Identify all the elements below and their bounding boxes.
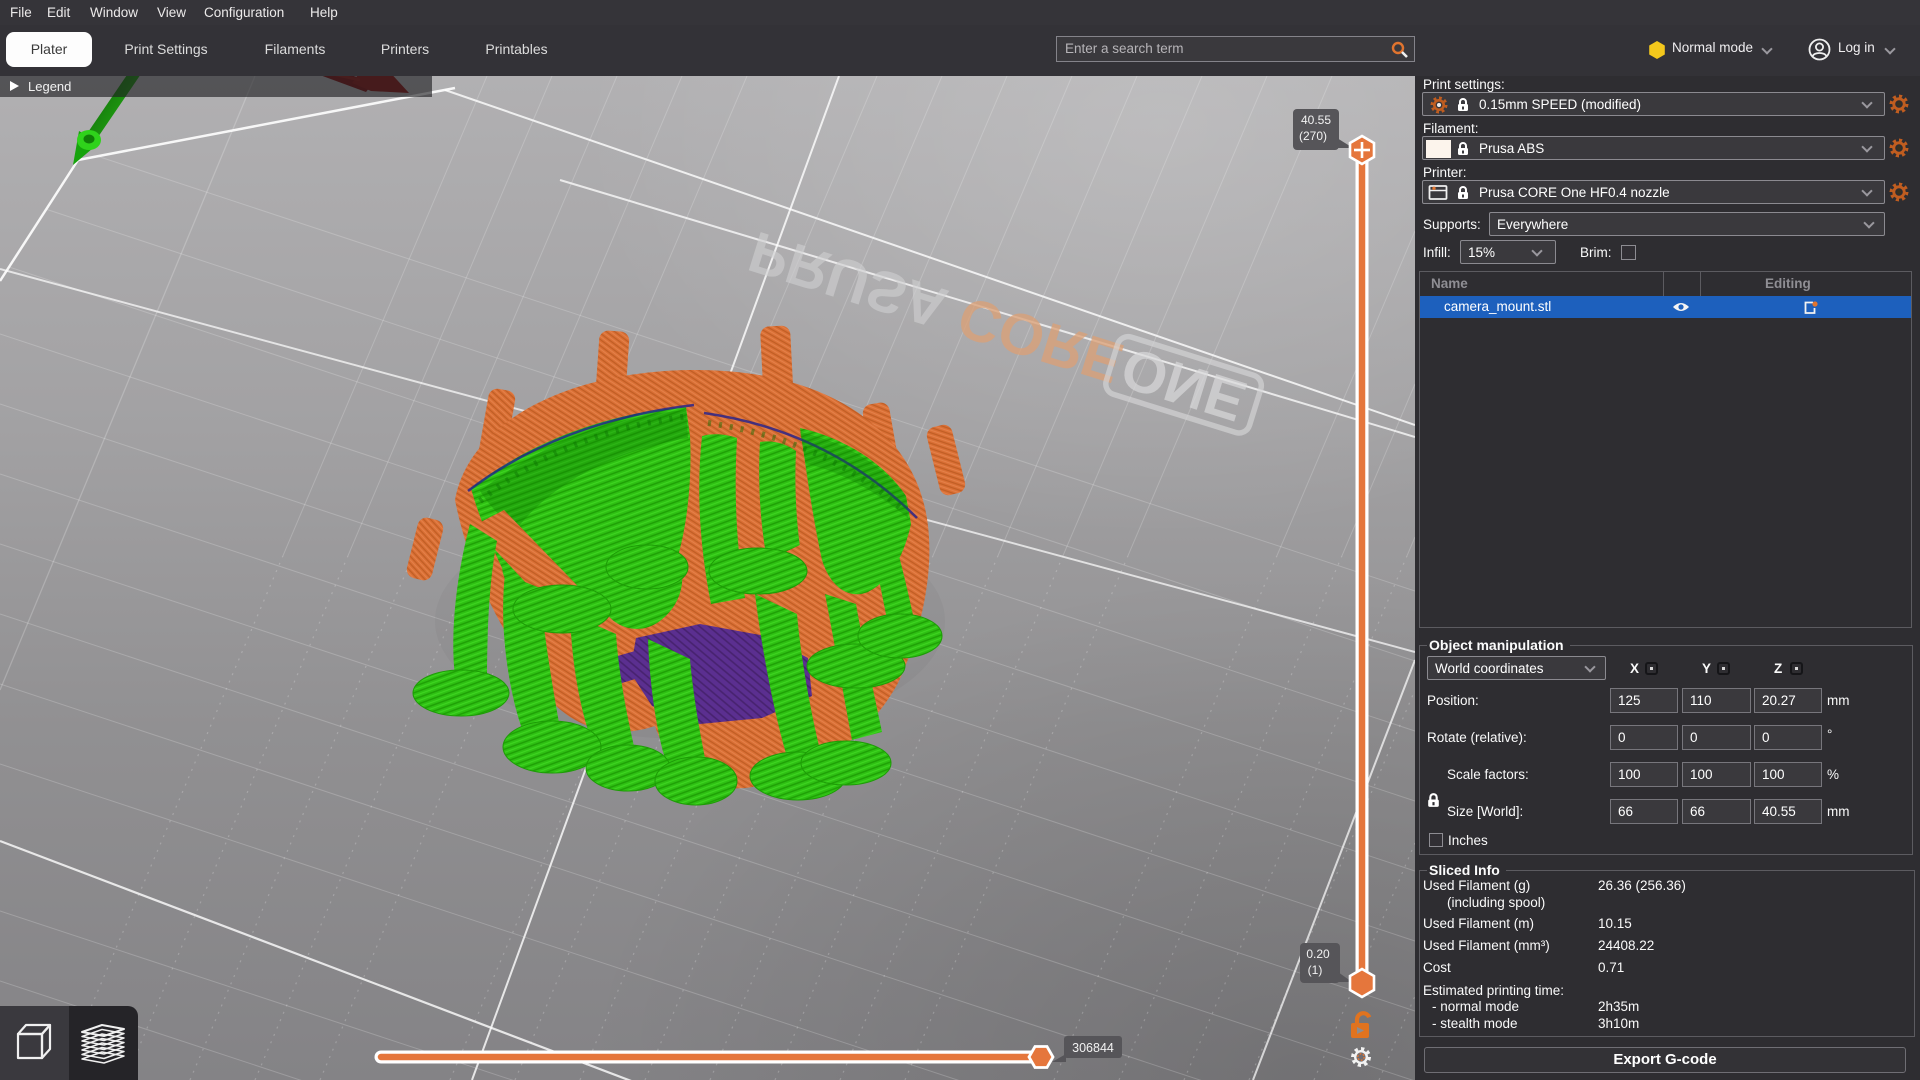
svg-text:(1): (1) — [1308, 963, 1323, 977]
svg-text:0.20: 0.20 — [1306, 947, 1330, 961]
svg-text:40.55: 40.55 — [1301, 113, 1331, 127]
svg-text:(270): (270) — [1299, 129, 1327, 143]
svg-text:306844: 306844 — [1072, 1041, 1114, 1055]
